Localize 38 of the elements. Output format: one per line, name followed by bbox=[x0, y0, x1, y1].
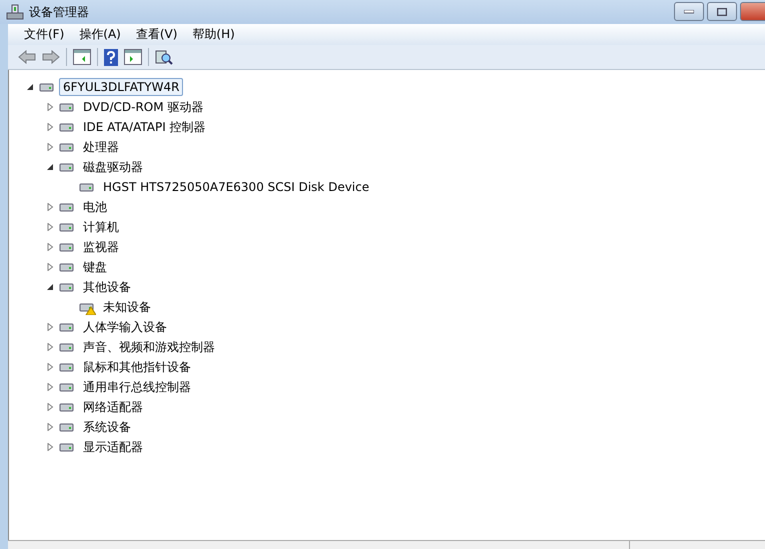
scan-hardware-icon[interactable] bbox=[155, 49, 173, 65]
maximize-icon bbox=[717, 8, 727, 16]
tree-item[interactable]: 6FYUL3DLFATYW4R bbox=[59, 78, 184, 96]
tree-item[interactable]: IDE ATA/ATAPI 控制器 bbox=[79, 116, 210, 138]
expand-arrow-icon[interactable] bbox=[46, 163, 54, 171]
menu-item[interactable]: 帮助(H) bbox=[192, 26, 235, 43]
tree-item[interactable]: 人体学输入设备 bbox=[79, 316, 171, 338]
menu-item[interactable]: 操作(A) bbox=[79, 26, 121, 43]
tree-item[interactable]: 监视器 bbox=[79, 236, 123, 258]
back-arrow-icon[interactable] bbox=[18, 50, 36, 64]
tree-item[interactable]: DVD/CD-ROM 驱动器 bbox=[79, 96, 208, 118]
tree-item[interactable]: 计算机 bbox=[79, 216, 123, 238]
tree-item[interactable]: 网络适配器 bbox=[79, 396, 147, 418]
minimize-button[interactable] bbox=[674, 2, 704, 21]
window-title: 设备管理器 bbox=[29, 4, 90, 20]
tree-item[interactable]: 鼠标和其他指针设备 bbox=[79, 356, 195, 378]
properties-pane-icon[interactable] bbox=[124, 49, 142, 65]
minimize-icon bbox=[684, 10, 694, 14]
menu-item[interactable]: 查看(V) bbox=[136, 26, 178, 43]
expand-arrow-icon[interactable] bbox=[26, 83, 34, 91]
tree-item[interactable]: 处理器 bbox=[79, 136, 123, 158]
tree-item[interactable]: 声音、视频和游戏控制器 bbox=[79, 336, 219, 358]
forward-arrow-icon[interactable] bbox=[42, 50, 60, 64]
tree-item[interactable]: 电池 bbox=[79, 196, 111, 218]
tree-item[interactable]: 通用串行总线控制器 bbox=[79, 376, 195, 398]
tree-item[interactable]: 其他设备 bbox=[79, 276, 135, 298]
tree-item[interactable]: HGST HTS725050A7E6300 SCSI Disk Device bbox=[99, 178, 374, 196]
tree-item[interactable]: 系统设备 bbox=[79, 416, 135, 438]
show-hide-tree-icon[interactable] bbox=[73, 49, 91, 65]
help-icon[interactable] bbox=[104, 48, 118, 66]
tree-item[interactable]: 显示适配器 bbox=[79, 436, 147, 458]
computer-icon bbox=[6, 4, 24, 20]
tree-item[interactable]: 未知设备 bbox=[99, 296, 155, 318]
expand-arrow-icon[interactable] bbox=[46, 283, 54, 291]
maximize-button[interactable] bbox=[707, 2, 737, 21]
menu-item[interactable]: 文件(F) bbox=[24, 26, 64, 43]
tree-item[interactable]: 磁盘驱动器 bbox=[79, 156, 147, 178]
tree-item[interactable]: 键盘 bbox=[79, 256, 111, 278]
